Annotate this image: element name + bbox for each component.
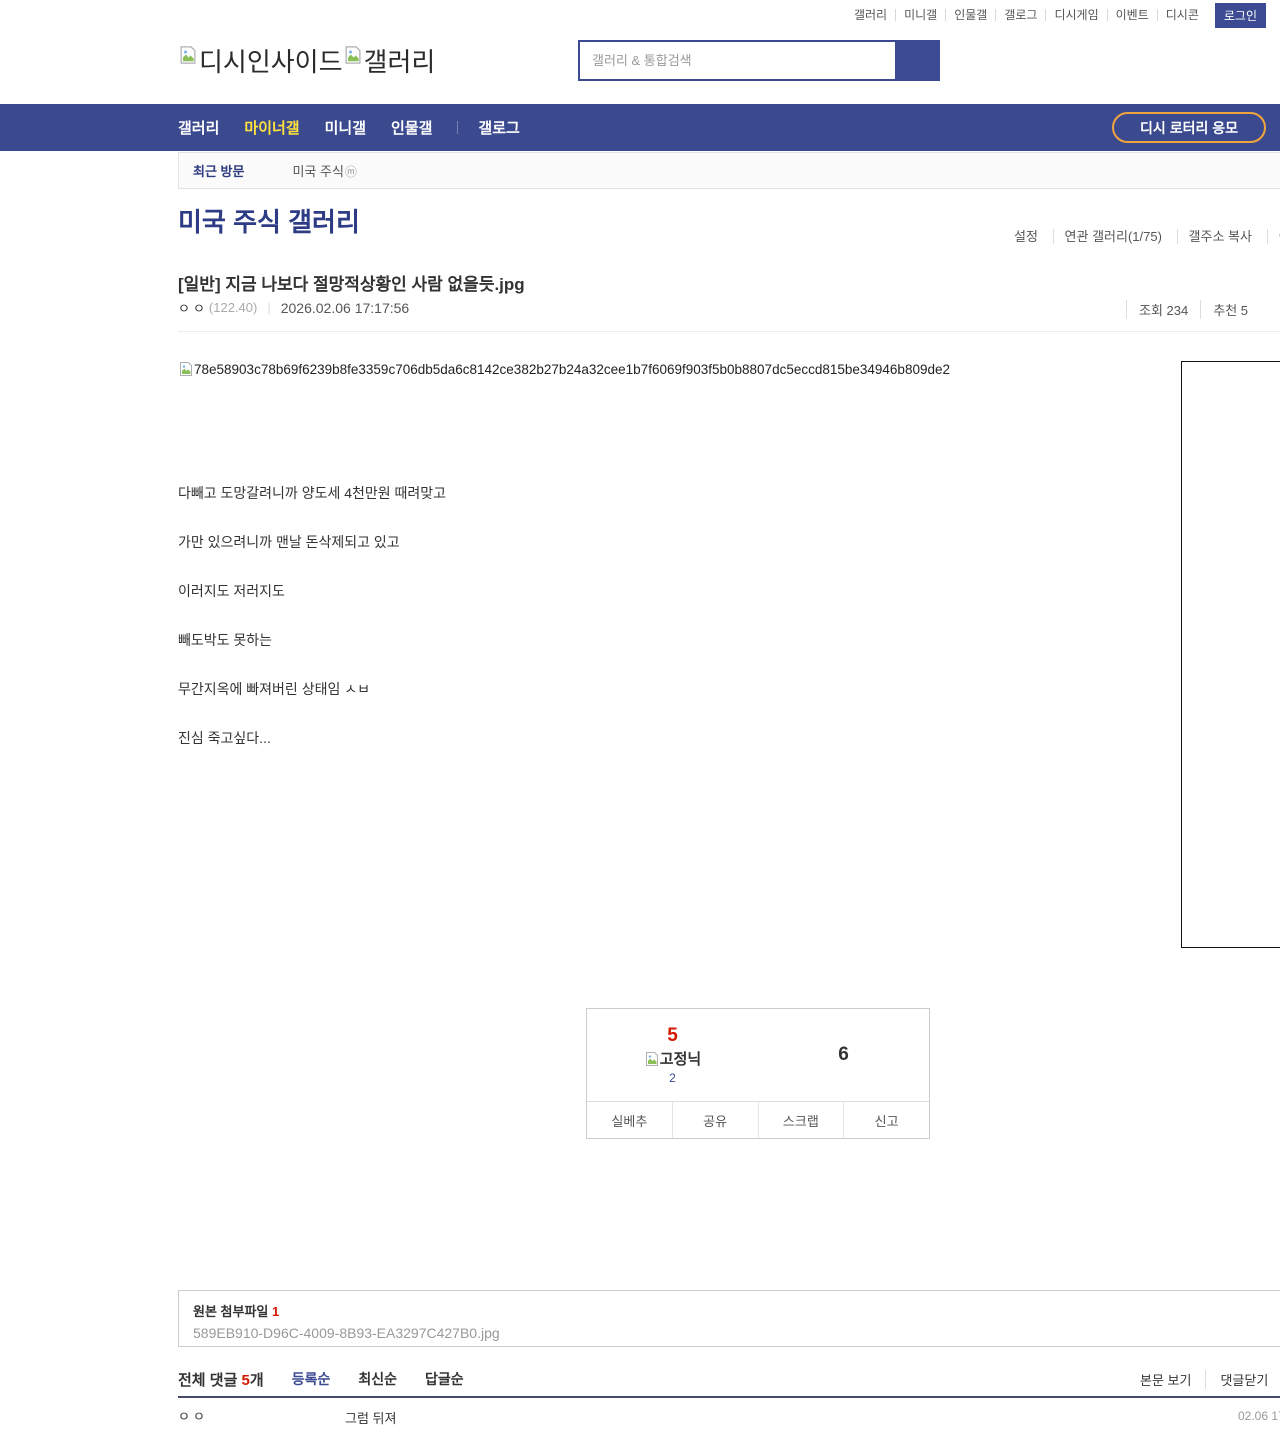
comments-count: 5 <box>241 1371 250 1389</box>
scrap-button[interactable]: 스크랩 <box>757 1102 844 1138</box>
view-post-body-button[interactable]: 본문 보기 <box>1126 1370 1207 1389</box>
silbechu-button[interactable]: 실베추 <box>587 1102 672 1138</box>
fixed-nick-label: 고정닉 <box>659 1051 702 1068</box>
upvote-count: 5 <box>667 1025 678 1046</box>
post-paragraph: 빼도박도 못하는 <box>178 632 273 648</box>
comments-header: 전체 댓글 5개 등록순 최신순 답글순 본문 보기 댓글닫기 <box>178 1362 1280 1396</box>
post-date: 2026.02.06 17:17:56 <box>280 299 410 316</box>
topbar-link-gallery[interactable]: 갤러리 <box>846 9 897 21</box>
recent-visit-bar: 최근 방문 미국 주식ⓜ <box>178 152 1280 189</box>
topbar-link-dcgame[interactable]: 디시게임 <box>1046 9 1108 21</box>
attachment-count: 1 <box>272 1304 280 1319</box>
gallery-utility-links: 설정 연관 갤러리(1/75) 갤주소 복사 이용 <box>1003 226 1280 245</box>
topbar-link-gallog[interactable]: 갤로그 <box>996 9 1047 21</box>
comment-item: ㅇㅇ 갤로그로 이동합니 그럼 뒤져 02.06 17 <box>178 1406 1280 1429</box>
post-paragraph: 다빼고 도망갈려니까 양도세 4천만원 때려맞고 <box>178 485 447 501</box>
comment-author: ㅇㅇ <box>178 1409 208 1424</box>
sort-tab-registered[interactable]: 등록순 <box>292 1369 331 1389</box>
post-paragraph: 무간지옥에 빠져버린 상태임 ㅅㅂ <box>178 681 370 697</box>
search-button[interactable] <box>895 42 938 79</box>
report-button[interactable]: 신고 <box>843 1102 929 1138</box>
post-action-buttons: 실베추 공유 스크랩 신고 <box>587 1101 929 1138</box>
login-button[interactable]: 로그인 <box>1214 2 1266 28</box>
nav-item-gallery[interactable]: 갤러리 <box>178 117 219 138</box>
copy-gallery-url-link[interactable]: 갤주소 복사 <box>1176 229 1263 244</box>
logo-text-dcinside: 디시인사이드 <box>199 47 343 77</box>
post-author-ip: (122.40) <box>208 300 258 315</box>
dc-lottery-button[interactable]: 디시 로터리 응모 <box>1112 112 1266 143</box>
usage-guide-link[interactable]: 이용 <box>1266 229 1280 244</box>
nav-item-persongal[interactable]: 인물갤 <box>391 117 432 138</box>
topbar-link-persongal[interactable]: 인물갤 <box>946 9 997 21</box>
nav-item-minigal[interactable]: 미니갤 <box>325 117 366 138</box>
nav-item-minorgal[interactable]: 마이너갤 <box>244 117 299 138</box>
post-header: [일반] 지금 나보다 절망적상황인 사람 없을듯.jpg ㅇㅇ (122.40… <box>178 270 1280 332</box>
post-meta: ㅇㅇ (122.40) | 2026.02.06 17:17:56 <box>178 298 409 317</box>
downvote-column: 6 <box>758 1009 929 1101</box>
meta-divider: | <box>267 300 271 315</box>
post-author: ㅇㅇ <box>178 301 208 316</box>
comment-text: 그럼 뒤져 <box>345 1411 397 1426</box>
ad-placeholder-frame <box>1181 361 1280 948</box>
comment-time: 02.06 17 <box>1238 1409 1280 1423</box>
post-paragraph: 가만 있으려니까 맨날 돈삭제되고 있고 <box>178 534 400 550</box>
gallery-settings-link[interactable]: 설정 <box>1003 229 1049 244</box>
fixed-nick-row: 고정닉 <box>644 1048 701 1069</box>
attachment-label: 원본 첨부파일 1 <box>193 1304 280 1319</box>
like-count: 추천 5 <box>1200 300 1260 319</box>
comments-divider <box>178 1396 1280 1398</box>
view-count: 조회 234 <box>1126 300 1200 319</box>
sort-tab-replies[interactable]: 답글순 <box>425 1369 464 1389</box>
topbar-link-dccon[interactable]: 디시콘 <box>1158 9 1207 21</box>
post-stats: 조회 234 추천 5 <box>1126 296 1280 323</box>
vote-counts: 5 고정닉 2 6 <box>587 1009 929 1101</box>
minor-gallery-mark-icon: ⓜ <box>344 165 357 179</box>
nav-item-gallog[interactable]: 갤로그 <box>478 117 519 138</box>
broken-image-icon <box>645 1051 658 1066</box>
broken-image-alt-text: 78e58903c78b69f6239b8fe3359c706db5da6c81… <box>194 361 950 377</box>
site-logo[interactable]: 디시인사이드 갤러리 <box>178 42 435 79</box>
post-title: [일반] 지금 나보다 절망적상황인 사람 없을듯.jpg <box>178 275 525 294</box>
related-galleries-link[interactable]: 연관 갤러리(1/75) <box>1052 229 1173 244</box>
fixed-nick-count: 2 <box>669 1071 676 1085</box>
broken-image-icon <box>345 45 361 64</box>
broken-image-icon <box>180 362 192 376</box>
attachment-filename[interactable]: 589EB910-D96C-4009-8B93-EA3297C427B0.jpg <box>193 1325 1280 1341</box>
search-box <box>578 40 940 81</box>
downvote-count: 6 <box>838 1044 849 1065</box>
topbar-link-event[interactable]: 이벤트 <box>1108 9 1158 21</box>
comments-total: 전체 댓글 5개 <box>178 1371 264 1389</box>
vote-box: 5 고정닉 2 6 실베추 공유 스크랩 신고 <box>586 1008 930 1139</box>
broken-content-image: 78e58903c78b69f6239b8fe3359c706db5da6c81… <box>178 361 950 377</box>
recent-gallery-link[interactable]: 미국 주식ⓜ <box>292 161 356 180</box>
recent-visit-label: 최근 방문 <box>193 164 245 179</box>
close-comments-button[interactable]: 댓글닫기 <box>1206 1370 1280 1389</box>
post-paragraph: 이러지도 저러지도 <box>178 583 285 599</box>
post-paragraph: 진심 죽고싶다... <box>178 730 271 746</box>
nav-divider <box>457 121 459 134</box>
logo-text-gallery: 갤러리 <box>363 47 436 77</box>
comments-section: 전체 댓글 5개 등록순 최신순 답글순 본문 보기 댓글닫기 ㅇㅇ 갤로그로 … <box>178 1362 1280 1429</box>
sort-tab-newest[interactable]: 최신순 <box>358 1369 397 1389</box>
share-button[interactable]: 공유 <box>671 1102 758 1138</box>
post-paragraphs: 다빼고 도망갈려니까 양도세 4천만원 때려맞고 가만 있으려니까 맨날 돈삭제… <box>178 481 446 775</box>
gallery-header: 미국 주식 갤러리 설정 연관 갤러리(1/75) 갤주소 복사 이용 <box>178 202 1280 258</box>
upvote-column: 5 고정닉 2 <box>587 1009 758 1101</box>
topbar-link-minigal[interactable]: 미니갤 <box>896 9 947 21</box>
main-navbar: 갤러리 마이너갤 미니갤 인물갤 갤로그 디시 로터리 응모 <box>0 104 1280 151</box>
comments-header-controls: 본문 보기 댓글닫기 <box>1126 1370 1280 1389</box>
attachment-box: 원본 첨부파일 1 589EB910-D96C-4009-8B93-EA3297… <box>178 1290 1280 1347</box>
top-utility-bar: 갤러리 미니갤 인물갤 갤로그 디시게임 이벤트 디시콘 로그인 <box>0 0 1280 30</box>
broken-image-icon <box>180 45 196 64</box>
search-input[interactable] <box>580 42 895 79</box>
